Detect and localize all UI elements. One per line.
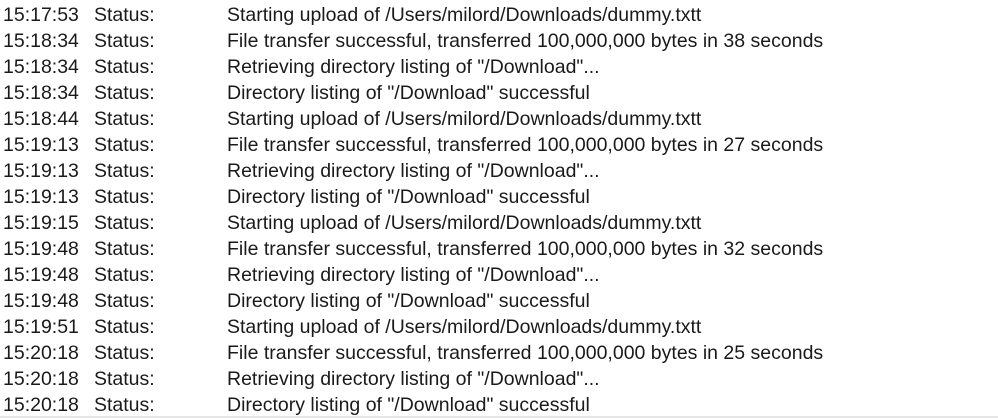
log-type: Status:: [94, 108, 155, 130]
log-row: 15:20:18 Status: Retrieving directory li…: [0, 366, 998, 392]
log-row: 15:18:34 Status: Directory listing of "/…: [0, 80, 998, 106]
log-message: Directory listing of "/Download" success…: [227, 290, 590, 312]
log-message: Retrieving directory listing of "/Downlo…: [227, 56, 600, 78]
log-message: File transfer successful, transferred 10…: [227, 238, 824, 260]
log-type: Status:: [94, 342, 155, 364]
log-message: Retrieving directory listing of "/Downlo…: [227, 368, 600, 390]
log-row: 15:19:15 Status: Starting upload of /Use…: [0, 210, 998, 236]
log-timestamp: 15:19:13: [3, 186, 79, 208]
log-type: Status:: [94, 394, 155, 416]
log-row: 15:20:18 Status: File transfer successfu…: [0, 340, 998, 366]
log-type: Status:: [94, 160, 155, 182]
log-timestamp: 15:19:13: [3, 160, 79, 182]
log-type: Status:: [94, 56, 155, 78]
log-message: File transfer successful, transferred 10…: [227, 30, 824, 52]
log-message: Directory listing of "/Download" success…: [227, 82, 590, 104]
log-row: 15:19:48 Status: Directory listing of "/…: [0, 288, 998, 314]
log-type: Status:: [94, 316, 155, 338]
log-message: Starting upload of /Users/milord/Downloa…: [227, 4, 702, 26]
log-message: Starting upload of /Users/milord/Downloa…: [227, 108, 702, 130]
log-type: Status:: [94, 82, 155, 104]
log-timestamp: 15:19:48: [3, 238, 79, 260]
log-type: Status:: [94, 186, 155, 208]
message-log[interactable]: 15:17:53 Status: Starting upload of /Use…: [0, 0, 998, 418]
log-timestamp: 15:18:44: [3, 108, 79, 130]
log-row: 15:18:34 Status: Retrieving directory li…: [0, 54, 998, 80]
log-type: Status:: [94, 264, 155, 286]
log-message: Retrieving directory listing of "/Downlo…: [227, 264, 600, 286]
log-timestamp: 15:19:13: [3, 134, 79, 156]
log-timestamp: 15:18:34: [3, 56, 79, 78]
log-timestamp: 15:19:48: [3, 264, 79, 286]
log-row: 15:17:53 Status: Starting upload of /Use…: [0, 2, 998, 28]
log-row: 15:19:51 Status: Starting upload of /Use…: [0, 314, 998, 340]
log-row: 15:18:34 Status: File transfer successfu…: [0, 28, 998, 54]
log-timestamp: 15:18:34: [3, 82, 79, 104]
log-timestamp: 15:17:53: [3, 4, 79, 26]
log-row: 15:19:48 Status: Retrieving directory li…: [0, 262, 998, 288]
log-message: Directory listing of "/Download" success…: [227, 394, 590, 416]
log-type: Status:: [94, 290, 155, 312]
log-message: File transfer successful, transferred 10…: [227, 342, 824, 364]
log-timestamp: 15:19:15: [3, 212, 79, 234]
log-row: 15:19:48 Status: File transfer successfu…: [0, 236, 998, 262]
log-row: 15:20:18 Status: Directory listing of "/…: [0, 392, 998, 418]
log-timestamp: 15:18:34: [3, 30, 79, 52]
log-timestamp: 15:20:18: [3, 342, 79, 364]
log-timestamp: 15:19:48: [3, 290, 79, 312]
log-row: 15:19:13 Status: Directory listing of "/…: [0, 184, 998, 210]
log-timestamp: 15:20:18: [3, 394, 79, 416]
log-type: Status:: [94, 134, 155, 156]
log-message: Starting upload of /Users/milord/Downloa…: [227, 212, 702, 234]
log-message: File transfer successful, transferred 10…: [227, 134, 824, 156]
log-timestamp: 15:19:51: [3, 316, 79, 338]
log-type: Status:: [94, 368, 155, 390]
log-message: Directory listing of "/Download" success…: [227, 186, 590, 208]
log-type: Status:: [94, 212, 155, 234]
log-message: Starting upload of /Users/milord/Downloa…: [227, 316, 702, 338]
log-message: Retrieving directory listing of "/Downlo…: [227, 160, 600, 182]
log-timestamp: 15:20:18: [3, 368, 79, 390]
log-row: 15:19:13 Status: Retrieving directory li…: [0, 158, 998, 184]
log-type: Status:: [94, 4, 155, 26]
log-row: 15:18:44 Status: Starting upload of /Use…: [0, 106, 998, 132]
log-row: 15:19:13 Status: File transfer successfu…: [0, 132, 998, 158]
log-type: Status:: [94, 238, 155, 260]
log-type: Status:: [94, 30, 155, 52]
